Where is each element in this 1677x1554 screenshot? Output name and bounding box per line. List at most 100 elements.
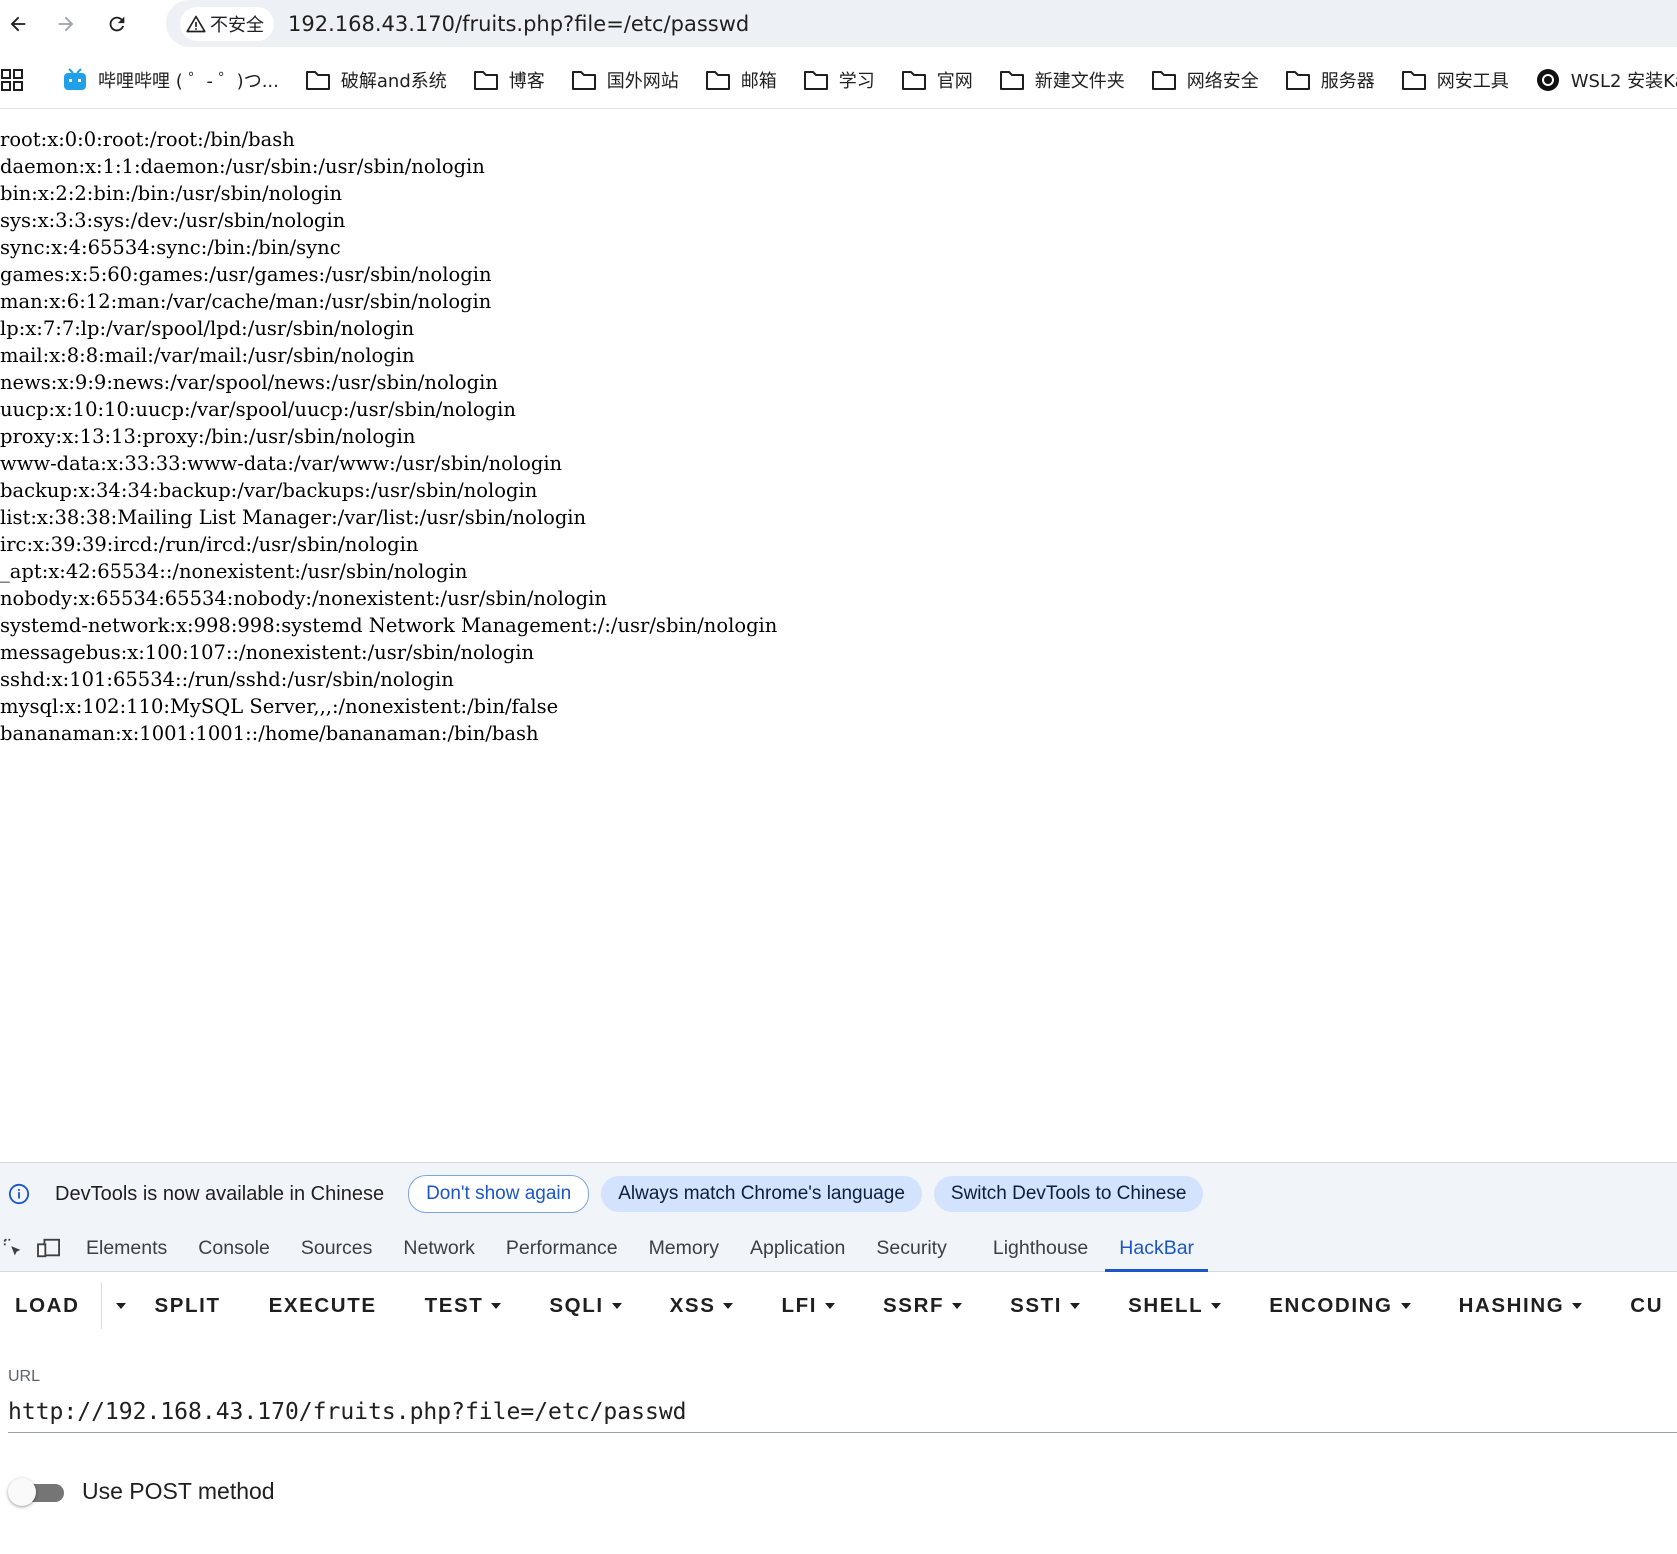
hackbar-button-label: LFI	[781, 1294, 818, 1317]
bookmark-folder-servers[interactable]: 服务器	[1285, 67, 1375, 93]
tab-security[interactable]: Security	[876, 1225, 946, 1271]
address-bar[interactable]: 不安全 192.168.43.170/fruits.php?file=/etc/…	[166, 0, 1677, 47]
chevron-down-icon	[1211, 1303, 1222, 1309]
device-toolbar-button[interactable]	[36, 1235, 62, 1261]
switch-to-chinese-button[interactable]: Switch DevTools to Chinese	[933, 1176, 1204, 1212]
hackbar-button-label: ENCODING	[1269, 1294, 1393, 1317]
bookmark-label: WSL2 安装Ka	[1570, 71, 1677, 92]
hackbar-sqli-menu[interactable]: SQLI	[549, 1294, 622, 1318]
inspect-element-button[interactable]	[0, 1235, 26, 1261]
bookmark-folder-crack-system[interactable]: 破解and系统	[305, 67, 447, 93]
tab-sources[interactable]: Sources	[301, 1225, 373, 1271]
tab-network[interactable]: Network	[403, 1225, 475, 1271]
github-icon	[1536, 69, 1559, 91]
chevron-down-icon	[952, 1303, 963, 1309]
browser-toolbar: 不安全 192.168.43.170/fruits.php?file=/etc/…	[0, 0, 1677, 48]
tab-hackbar[interactable]: HackBar	[1105, 1225, 1208, 1272]
hackbar-ssti-menu[interactable]: SSTI	[1010, 1294, 1081, 1318]
hackbar-load-dropdown[interactable]	[108, 1303, 127, 1309]
tab-memory[interactable]: Memory	[649, 1225, 719, 1271]
bookmark-folder-netsec[interactable]: 网络安全	[1151, 67, 1259, 93]
bookmark-folder-new[interactable]: 新建文件夹	[999, 67, 1125, 93]
bookmark-label: 哔哩哔哩 ( ゜- ゜)つ...	[98, 71, 279, 92]
use-post-toggle[interactable]	[8, 1478, 64, 1508]
folder-icon	[1285, 71, 1310, 90]
page-divider	[0, 108, 1677, 109]
hackbar-button-label: XSS	[669, 1294, 716, 1317]
always-match-language-button[interactable]: Always match Chrome's language	[601, 1176, 922, 1212]
reload-button[interactable]	[99, 6, 135, 42]
back-button[interactable]	[0, 6, 36, 42]
hackbar-xss-menu[interactable]: XSS	[670, 1294, 734, 1318]
use-post-label: Use POST method	[82, 1478, 275, 1504]
chevron-down-icon	[491, 1303, 502, 1309]
bookmark-label: 国外网站	[606, 71, 679, 92]
bookmark-folder-official[interactable]: 官网	[901, 67, 973, 93]
bookmark-label: 网络安全	[1186, 71, 1259, 92]
hackbar-button-label: SQLI	[549, 1294, 604, 1317]
hackbar-load-button[interactable]: LOAD	[15, 1294, 79, 1318]
bookmark-bilibili[interactable]: 哔哩哔哩 ( ゜- ゜)つ...	[62, 67, 279, 93]
inspect-cursor-icon	[3, 1238, 21, 1256]
hackbar-button-label: SHELL	[1128, 1294, 1204, 1317]
dont-show-again-button[interactable]: Don't show again	[408, 1175, 590, 1213]
apps-button[interactable]	[0, 66, 24, 94]
back-arrow-icon	[10, 16, 26, 32]
bookmark-folder-blog[interactable]: 博客	[473, 67, 545, 93]
bookmarks-bar: 哔哩哔哩 ( ゜- ゜)つ... 破解and系统 博客 国外网站 邮箱 学习 官…	[0, 56, 1677, 104]
chevron-down-icon	[723, 1303, 734, 1309]
hackbar-shell-menu[interactable]: SHELL	[1128, 1294, 1222, 1318]
device-mobile-icon	[37, 1238, 60, 1258]
hackbar-custom-menu[interactable]: CU	[1630, 1294, 1663, 1318]
security-label: 不安全	[210, 14, 264, 36]
folder-icon	[901, 71, 926, 90]
hackbar-button-label: LOAD	[15, 1294, 80, 1317]
bookmark-folder-sec-tools[interactable]: 网安工具	[1401, 67, 1509, 93]
forward-arrow-icon	[58, 16, 74, 32]
bookmark-wsl2[interactable]: WSL2 安装Ka	[1535, 67, 1677, 93]
hackbar-button-label: SSTI	[1010, 1294, 1063, 1317]
reload-icon	[109, 16, 125, 32]
hackbar-hashing-menu[interactable]: HASHING	[1459, 1294, 1583, 1318]
hackbar-execute-button[interactable]: EXECUTE	[269, 1294, 377, 1318]
tab-elements[interactable]: Elements	[86, 1225, 167, 1271]
folder-icon	[571, 71, 596, 90]
chevron-down-icon	[1070, 1303, 1081, 1309]
url-text[interactable]: 192.168.43.170/fruits.php?file=/etc/pass…	[288, 12, 749, 36]
chevron-down-icon	[1400, 1303, 1411, 1309]
forward-button[interactable]	[48, 6, 84, 42]
chevron-down-icon	[611, 1303, 622, 1309]
hackbar-split-button[interactable]: SPLIT	[154, 1294, 220, 1318]
tab-lighthouse[interactable]: Lighthouse	[993, 1225, 1088, 1271]
bookmark-folder-study[interactable]: 学习	[803, 67, 875, 93]
security-indicator[interactable]: 不安全	[180, 6, 274, 41]
hackbar-button-label: TEST	[424, 1294, 484, 1317]
bookmark-label: 新建文件夹	[1034, 71, 1125, 92]
chevron-down-icon	[1572, 1303, 1583, 1309]
devtools-tabbar: Elements Console Sources Network Perform…	[0, 1225, 1677, 1272]
tab-performance[interactable]: Performance	[506, 1225, 618, 1271]
bookmark-label: 网安工具	[1436, 71, 1509, 92]
infobar-message: DevTools is now available in Chinese	[55, 1182, 385, 1205]
hackbar-button-label: CU	[1630, 1294, 1664, 1317]
hackbar-url-input[interactable]	[8, 1392, 1677, 1433]
hackbar-encoding-menu[interactable]: ENCODING	[1269, 1294, 1411, 1318]
hackbar-lfi-menu[interactable]: LFI	[781, 1294, 836, 1318]
folder-icon	[705, 71, 730, 90]
hackbar-test-menu[interactable]: TEST	[425, 1294, 502, 1318]
bookmark-label: 服务器	[1320, 71, 1375, 92]
devtools-language-infobar: DevTools is now available in Chinese Don…	[0, 1163, 1677, 1225]
hackbar-ssrf-menu[interactable]: SSRF	[883, 1294, 963, 1318]
bookmark-label: 学习	[838, 71, 875, 92]
bookmark-folder-foreign-sites[interactable]: 国外网站	[571, 67, 679, 93]
tab-application[interactable]: Application	[750, 1225, 845, 1271]
tab-console[interactable]: Console	[198, 1225, 270, 1271]
bookmark-folder-mail[interactable]: 邮箱	[705, 67, 777, 93]
chevron-down-icon	[825, 1303, 836, 1309]
bookmark-label: 官网	[936, 71, 973, 92]
hackbar-toolbar: LOAD SPLIT EXECUTE TEST SQLI XSS LFI SSR…	[0, 1271, 1677, 1341]
hackbar-url-label: URL	[8, 1368, 41, 1385]
bookmark-label: 破解and系统	[340, 71, 447, 92]
folder-icon	[473, 71, 498, 90]
toggle-knob	[8, 1478, 36, 1506]
